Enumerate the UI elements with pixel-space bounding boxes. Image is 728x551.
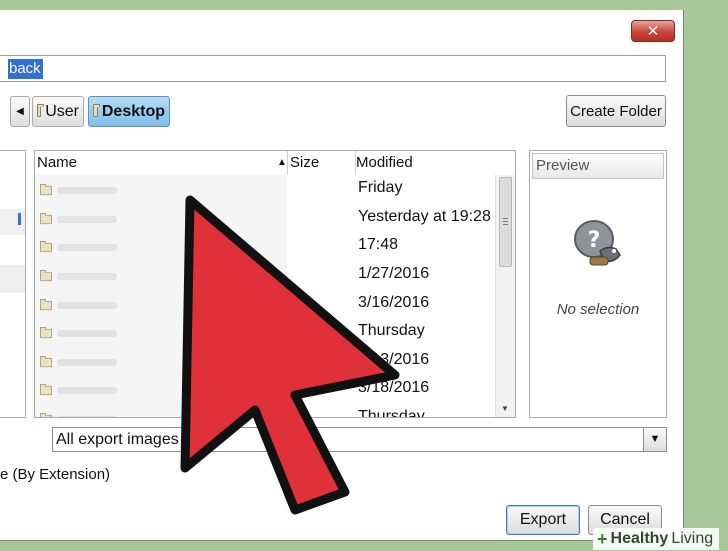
blurred-filename bbox=[57, 244, 117, 251]
places-item[interactable] bbox=[0, 209, 25, 235]
preview-toggle[interactable]: Preview bbox=[532, 153, 664, 179]
file-list-scrollbar[interactable]: ▼ bbox=[495, 175, 515, 417]
file-row[interactable]: Friday bbox=[35, 176, 495, 204]
modified-date: 3/16/2016 bbox=[358, 294, 430, 311]
modified-date: 3/13/2016 bbox=[358, 351, 430, 368]
folder-icon bbox=[40, 356, 52, 368]
blurred-filename bbox=[57, 416, 117, 417]
modified-date: Yesterday at 19:28 bbox=[358, 208, 491, 225]
blurred-filename bbox=[57, 187, 117, 194]
folder-icon bbox=[37, 104, 45, 117]
folder-icon bbox=[93, 104, 100, 117]
filename-input[interactable]: back bbox=[0, 55, 666, 82]
folder-icon bbox=[40, 384, 52, 396]
file-row[interactable]: 3/13/2016 bbox=[35, 348, 495, 376]
path-segment-label: User bbox=[45, 102, 79, 120]
chevron-left-icon: ◀ bbox=[16, 106, 24, 117]
close-window-button[interactable]: ✕ bbox=[631, 20, 675, 42]
path-back-button[interactable]: ◀ bbox=[10, 96, 30, 127]
modified-date: 1/27/2016 bbox=[358, 265, 430, 282]
gimp-wilber-question-icon: ? bbox=[574, 220, 621, 266]
path-segment-label: Desktop bbox=[101, 102, 165, 120]
no-selection-text: No selection bbox=[556, 301, 640, 318]
preview-pane: Preview ? No selection bbox=[529, 150, 667, 418]
grip-line bbox=[503, 224, 508, 225]
healthy-living-watermark: + Healthy Living bbox=[593, 528, 720, 550]
blurred-filename bbox=[57, 359, 117, 366]
blurred-filename bbox=[57, 330, 117, 337]
places-sidebar[interactable] bbox=[0, 150, 26, 418]
blurred-filename bbox=[57, 216, 117, 223]
folder-icon bbox=[40, 241, 52, 253]
file-row[interactable]: 1/27/2016 bbox=[35, 262, 495, 290]
modified-date: 3/18/2016 bbox=[358, 379, 430, 396]
blurred-filename bbox=[57, 273, 117, 280]
scrollbar-thumb[interactable] bbox=[499, 177, 512, 267]
path-segment-user[interactable]: User bbox=[32, 96, 84, 127]
watermark-brand-rest: Living bbox=[671, 530, 714, 547]
blurred-filename bbox=[57, 387, 117, 394]
folder-icon bbox=[40, 299, 52, 311]
file-row[interactable]: 3/16/2016 bbox=[35, 291, 495, 319]
file-filter-select[interactable]: All export images ▼ bbox=[52, 427, 667, 452]
places-item-marker bbox=[18, 213, 21, 225]
plus-logo-icon: + bbox=[597, 529, 608, 549]
watermark-brand-bold: Healthy bbox=[610, 530, 669, 547]
grip-line bbox=[503, 221, 508, 222]
column-header-modified[interactable]: Modified bbox=[355, 151, 496, 175]
svg-text:?: ? bbox=[588, 228, 601, 253]
places-item[interactable] bbox=[0, 265, 25, 293]
file-row[interactable]: 3/18/2016 bbox=[35, 376, 495, 404]
grip-line bbox=[503, 218, 508, 219]
modified-date: Friday bbox=[358, 179, 403, 196]
scroll-down-arrow-icon[interactable]: ▼ bbox=[501, 404, 509, 413]
modified-date: 17:48 bbox=[358, 236, 399, 253]
folder-icon bbox=[40, 327, 52, 339]
column-header-name[interactable]: Name ▲ bbox=[37, 151, 287, 175]
file-row[interactable]: Thursday bbox=[35, 319, 495, 347]
folder-icon bbox=[40, 213, 52, 225]
folder-icon bbox=[40, 184, 52, 196]
filename-selected-text: back bbox=[8, 59, 43, 79]
file-list[interactable]: Name ▲ Size Modified Friday Yesterday at … bbox=[34, 150, 516, 418]
folder-icon bbox=[40, 413, 52, 417]
export-button[interactable]: Export bbox=[506, 505, 580, 535]
close-icon: ✕ bbox=[646, 22, 660, 40]
file-type-by-extension-label[interactable]: e (By Extension) bbox=[0, 466, 110, 483]
column-header-size[interactable]: Size bbox=[287, 151, 356, 175]
sort-ascending-icon: ▲ bbox=[277, 157, 287, 168]
file-row[interactable]: Thursday bbox=[35, 405, 495, 418]
chevron-down-icon[interactable]: ▼ bbox=[643, 428, 666, 451]
folder-icon bbox=[40, 270, 52, 282]
modified-date: Thursday bbox=[358, 322, 425, 339]
modified-date: Thursday bbox=[358, 408, 425, 418]
path-segment-desktop[interactable]: Desktop bbox=[88, 96, 170, 127]
file-row[interactable]: 17:48 bbox=[35, 233, 495, 261]
blurred-filename bbox=[57, 302, 117, 309]
create-folder-button[interactable]: Create Folder bbox=[566, 95, 666, 127]
file-row[interactable]: Yesterday at 19:28 bbox=[35, 205, 495, 233]
file-filter-value: All export images bbox=[56, 431, 179, 448]
